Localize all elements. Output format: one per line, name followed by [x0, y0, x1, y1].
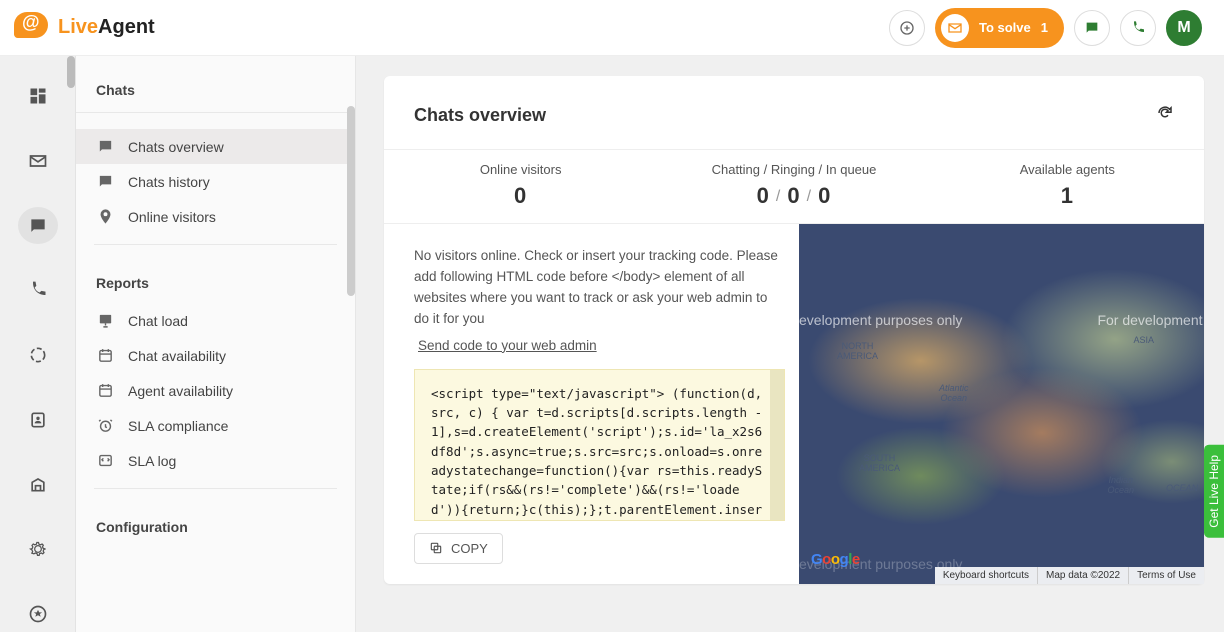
rail-tickets[interactable]	[18, 143, 58, 180]
tracking-code-text: <script type="text/javascript"> (functio…	[431, 386, 762, 521]
header-actions: To solve 1 M	[889, 8, 1202, 48]
google-logo: Google	[811, 551, 860, 568]
card-title: Chats overview	[414, 105, 546, 126]
map-background	[799, 224, 1204, 584]
sidebar-item-sla-compliance[interactable]: SLA compliance	[76, 408, 355, 443]
main-content: Chats overview Online visitors 0 Chattin…	[356, 56, 1224, 632]
sidebar-item-chats-history[interactable]: Chats history	[76, 164, 355, 199]
map-label-atlantic: Atlantic Ocean	[939, 384, 969, 404]
map-terms[interactable]: Terms of Use	[1128, 567, 1204, 584]
sidebar-item-label: Chat availability	[128, 348, 226, 364]
sidebar-item-label: Chat load	[128, 313, 188, 329]
copy-icon	[429, 541, 443, 555]
map-label-south-america: SOUTH AMERICA	[859, 454, 900, 474]
sidebar-item-sla-log[interactable]: SLA log	[76, 443, 355, 478]
location-icon	[96, 208, 114, 225]
map-footer: Keyboard shortcuts Map data ©2022 Terms …	[935, 567, 1204, 584]
code-scrollbar[interactable]	[770, 370, 784, 520]
sidebar-item-label: SLA compliance	[128, 418, 228, 434]
sidebar-item-online-visitors[interactable]: Online visitors	[76, 199, 355, 234]
side-panel: Chats Chats overview Chats history Onlin…	[76, 56, 356, 632]
chat-filled-icon	[96, 138, 114, 155]
map-dev-text: evelopment purposes only	[799, 312, 962, 328]
to-solve-count: 1	[1041, 20, 1048, 35]
presentation-icon	[96, 312, 114, 329]
stat-queue: Chatting / Ringing / In queue 0/0/0	[657, 150, 930, 223]
rail-reports[interactable]	[18, 337, 58, 374]
tracking-code-box[interactable]: <script type="text/javascript"> (functio…	[414, 369, 785, 521]
calendar-icon	[96, 382, 114, 399]
map-label-asia: ASIA	[1133, 336, 1154, 346]
panel-title-chats: Chats	[76, 56, 355, 113]
map-label-north-america: NORTH AMERICA	[837, 342, 878, 362]
map-label-oceania: OCEAN	[1166, 484, 1198, 494]
panel-title-configuration: Configuration	[76, 499, 355, 561]
sidebar-item-chats-overview[interactable]: Chats overview	[76, 129, 355, 164]
brand-text: LiveAgent	[58, 16, 155, 39]
sidebar-item-label: Chats history	[128, 174, 210, 190]
nav-rail	[0, 56, 76, 632]
map-keyboard-shortcuts[interactable]: Keyboard shortcuts	[935, 567, 1037, 584]
panel-title-reports: Reports	[76, 255, 355, 303]
alarm-icon	[96, 417, 114, 434]
map-area[interactable]: evelopment purposes only For development…	[799, 224, 1204, 584]
rail-calls[interactable]	[18, 272, 58, 309]
envelope-icon	[941, 14, 969, 42]
chat-icon	[1084, 20, 1100, 36]
sidebar-item-label: Agent availability	[128, 383, 233, 399]
brand-logo[interactable]: @ LiveAgent	[14, 12, 155, 44]
tracking-message: No visitors online. Check or insert your…	[414, 246, 785, 330]
map-data[interactable]: Map data ©2022	[1037, 567, 1128, 584]
header-call-button[interactable]	[1120, 10, 1156, 46]
tracking-panel: No visitors online. Check or insert your…	[384, 224, 799, 584]
stats-row: Online visitors 0 Chatting / Ringing / I…	[384, 149, 1204, 224]
stat-online-visitors: Online visitors 0	[384, 150, 657, 223]
sidebar-item-chat-load[interactable]: Chat load	[76, 303, 355, 338]
refresh-button[interactable]	[1156, 104, 1174, 127]
refresh-icon	[1156, 104, 1174, 122]
stat-available-agents: Available agents 1	[931, 150, 1204, 223]
sidebar-item-agent-availability[interactable]: Agent availability	[76, 373, 355, 408]
refresh-list-icon	[96, 452, 114, 469]
side-scrollbar[interactable]	[347, 106, 355, 296]
rail-customers[interactable]	[18, 401, 58, 438]
sidebar-item-label: SLA log	[128, 453, 176, 469]
map-label-indian: Indian Ocean	[1107, 476, 1134, 496]
add-button[interactable]	[889, 10, 925, 46]
send-code-link[interactable]: Send code to your web admin	[418, 336, 597, 357]
chats-overview-card: Chats overview Online visitors 0 Chattin…	[384, 76, 1204, 584]
app-header: @ LiveAgent To solve 1	[0, 0, 1224, 56]
map-dev-text: For development purposes	[1097, 312, 1204, 328]
chat-outline-icon	[96, 173, 114, 190]
rail-chats[interactable]	[18, 207, 58, 244]
sidebar-item-label: Chats overview	[128, 139, 224, 155]
calendar-icon	[96, 347, 114, 364]
rail-knowledge[interactable]	[18, 466, 58, 503]
get-live-help-tab[interactable]: Get Live Help	[1204, 445, 1224, 538]
header-chat-button[interactable]	[1074, 10, 1110, 46]
sidebar-item-chat-availability[interactable]: Chat availability	[76, 338, 355, 373]
to-solve-label: To solve	[979, 20, 1031, 35]
rail-dashboard[interactable]	[18, 78, 58, 115]
logo-mark-icon: @	[14, 12, 52, 44]
rail-settings[interactable]	[18, 531, 58, 568]
rail-scrollbar[interactable]	[67, 56, 75, 88]
rail-extensions[interactable]	[18, 595, 58, 632]
sidebar-item-label: Online visitors	[128, 209, 216, 225]
user-avatar[interactable]: M	[1166, 10, 1202, 46]
phone-icon	[1130, 20, 1146, 36]
plus-circle-icon	[899, 20, 915, 36]
avatar-letter: M	[1177, 19, 1190, 37]
copy-button[interactable]: COPY	[414, 533, 503, 564]
copy-label: COPY	[451, 541, 488, 556]
to-solve-button[interactable]: To solve 1	[935, 8, 1064, 48]
